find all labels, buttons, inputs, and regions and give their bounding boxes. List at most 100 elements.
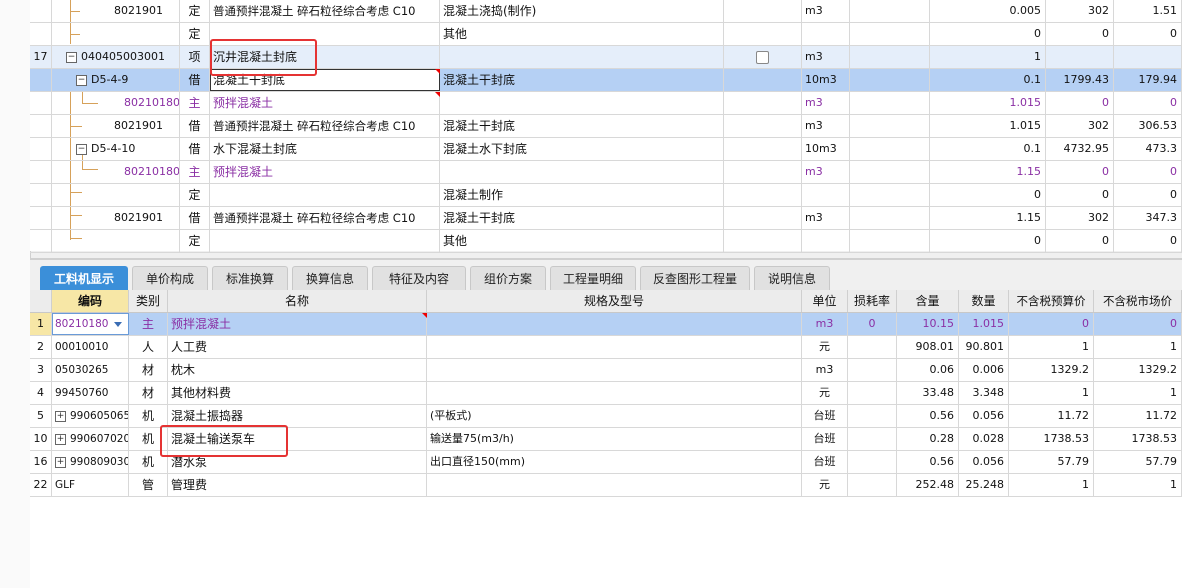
item-spec[interactable]: 其他 xyxy=(440,23,724,45)
expand-icon[interactable]: + xyxy=(55,433,66,445)
tab-features-content[interactable]: 特征及内容 xyxy=(372,266,466,290)
item-quantity[interactable]: 1.15 xyxy=(930,207,1046,229)
header-spec[interactable]: 规格及型号 xyxy=(427,290,802,312)
item-quantity[interactable]: 1.15 xyxy=(930,161,1046,183)
item-quantity[interactable]: 0 xyxy=(930,230,1046,252)
item-spec[interactable] xyxy=(440,46,724,68)
item-code[interactable] xyxy=(52,184,180,206)
table-row[interactable]: 22 GLF 管 管理费 元 252.48 25.248 1 1 xyxy=(30,474,1182,497)
resource-name[interactable]: 枕木 xyxy=(168,359,427,381)
resource-spec[interactable] xyxy=(427,474,802,496)
header-budget-price[interactable]: 不含税预算价 xyxy=(1009,290,1094,312)
item-name[interactable]: 预拌混凝土 xyxy=(210,161,440,183)
table-row[interactable]: 80210180 主 预拌混凝土 m3 1.15 0 0 xyxy=(30,161,1182,184)
resource-name[interactable]: 预拌混凝土 xyxy=(168,313,427,335)
item-code[interactable]: −040405003001 xyxy=(52,46,180,68)
loss-rate[interactable] xyxy=(848,359,897,381)
table-row[interactable]: 16 +990809030 机 潜水泵 出口直径150(mm) 台班 0.56 … xyxy=(30,451,1182,474)
resource-spec[interactable] xyxy=(427,313,802,335)
item-quantity[interactable]: 1.015 xyxy=(930,92,1046,114)
header-loss-rate[interactable]: 损耗率 xyxy=(848,290,897,312)
resource-spec[interactable]: (平板式) xyxy=(427,405,802,427)
table-row[interactable]: 80210180 主 预拌混凝土 m3 1.015 0 0 xyxy=(30,92,1182,115)
table-row[interactable]: 8021901 借 普通预拌混凝土 碎石粒径综合考虑 C10 混凝土干封底 m3… xyxy=(30,115,1182,138)
item-spec[interactable] xyxy=(440,92,724,114)
tab-unit-price-composition[interactable]: 单价构成 xyxy=(132,266,208,290)
resource-code[interactable]: 00010010 xyxy=(52,336,129,358)
item-code[interactable]: − D5-4-9 xyxy=(52,69,180,91)
tab-reverse-check-quantity[interactable]: 反查图形工程量 xyxy=(640,266,750,290)
tab-conversion-info[interactable]: 换算信息 xyxy=(292,266,368,290)
tab-quantity-details[interactable]: 工程量明细 xyxy=(550,266,636,290)
item-quantity[interactable]: 0.1 xyxy=(930,138,1046,160)
content[interactable]: 908.01 xyxy=(897,336,959,358)
item-name[interactable] xyxy=(210,184,440,206)
expand-icon[interactable]: + xyxy=(55,410,66,422)
tab-description-info[interactable]: 说明信息 xyxy=(754,266,830,290)
collapse-icon[interactable]: − xyxy=(76,74,87,86)
table-row[interactable]: 5 +990605065 机 混凝土振捣器 (平板式) 台班 0.56 0.05… xyxy=(30,405,1182,428)
table-row[interactable]: 17 −040405003001 项 沉井混凝土封底 m3 1 xyxy=(30,46,1182,69)
market-price[interactable]: 57.79 xyxy=(1094,451,1182,473)
resource-code[interactable]: +990809030 xyxy=(52,451,129,473)
item-code[interactable]: 80210180 xyxy=(52,92,180,114)
chevron-down-icon[interactable] xyxy=(114,321,123,327)
resource-name[interactable]: 其他材料费 xyxy=(168,382,427,404)
resource-spec[interactable]: 输送量75(m3/h) xyxy=(427,428,802,450)
item-code[interactable] xyxy=(52,230,180,252)
loss-rate[interactable] xyxy=(848,474,897,496)
table-row[interactable]: 8021901 定 普通预拌混凝土 碎石粒径综合考虑 C10 混凝土浇捣(制作)… xyxy=(30,0,1182,23)
resource-code[interactable]: 99450760 xyxy=(52,382,129,404)
table-row[interactable]: 定 其他 0 0 0 xyxy=(30,23,1182,46)
table-row[interactable]: 1 80210180 主 预拌混凝土 m3 0 10.15 1.015 0 0 xyxy=(30,313,1182,336)
header-content[interactable]: 含量 xyxy=(897,290,959,312)
loss-rate[interactable] xyxy=(848,336,897,358)
loss-rate[interactable] xyxy=(848,428,897,450)
content[interactable]: 0.56 xyxy=(897,451,959,473)
collapse-icon[interactable]: − xyxy=(76,143,87,155)
content[interactable]: 33.48 xyxy=(897,382,959,404)
item-code[interactable]: 80210180 xyxy=(52,161,180,183)
tab-standard-conversion[interactable]: 标准换算 xyxy=(212,266,288,290)
table-row[interactable]: − D5-4-9 借 混凝土干封底 混凝土干封底 10m3 0.1 1799.43… xyxy=(30,69,1182,92)
item-code[interactable]: 8021901 xyxy=(52,207,180,229)
resource-code[interactable]: +990605065 xyxy=(52,405,129,427)
item-code[interactable] xyxy=(52,23,180,45)
item-name[interactable] xyxy=(210,23,440,45)
table-row[interactable]: 定 混凝土制作 0 0 0 xyxy=(30,184,1182,207)
item-code[interactable]: 8021901 xyxy=(52,115,180,137)
item-quantity[interactable]: 0 xyxy=(930,23,1046,45)
item-spec[interactable] xyxy=(440,161,724,183)
resource-spec[interactable] xyxy=(427,359,802,381)
resource-spec[interactable]: 出口直径150(mm) xyxy=(427,451,802,473)
item-name[interactable]: 水下混凝土封底 xyxy=(210,138,440,160)
item-quantity[interactable]: 0.005 xyxy=(930,0,1046,22)
resource-name[interactable]: 潜水泵 xyxy=(168,451,427,473)
resource-name[interactable]: 管理费 xyxy=(168,474,427,496)
item-spec[interactable]: 混凝土浇捣(制作) xyxy=(440,0,724,22)
market-price[interactable]: 1738.53 xyxy=(1094,428,1182,450)
resource-code[interactable]: GLF xyxy=(52,474,129,496)
item-spec[interactable]: 混凝土水下封底 xyxy=(440,138,724,160)
item-spec[interactable]: 混凝土干封底 xyxy=(440,207,724,229)
item-spec[interactable]: 混凝土制作 xyxy=(440,184,724,206)
table-row[interactable]: 3 05030265 材 枕木 m3 0.06 0.006 1329.2 132… xyxy=(30,359,1182,382)
resource-code[interactable]: 05030265 xyxy=(52,359,129,381)
tab-pricing-scheme[interactable]: 组价方案 xyxy=(470,266,546,290)
item-name[interactable]: 普通预拌混凝土 碎石粒径综合考虑 C10 xyxy=(210,207,440,229)
table-row[interactable]: 8021901 借 普通预拌混凝土 碎石粒径综合考虑 C10 混凝土干封底 m3… xyxy=(30,207,1182,230)
loss-rate[interactable] xyxy=(848,451,897,473)
item-name[interactable]: 沉井混凝土封底 xyxy=(210,46,440,68)
table-row[interactable]: 10 +990607020 机 混凝土输送泵车 输送量75(m3/h) 台班 0… xyxy=(30,428,1182,451)
header-unit[interactable]: 单位 xyxy=(802,290,848,312)
content[interactable]: 0.28 xyxy=(897,428,959,450)
market-price[interactable]: 1329.2 xyxy=(1094,359,1182,381)
item-spec[interactable]: 混凝土干封底 xyxy=(440,69,724,91)
header-category[interactable]: 类别 xyxy=(129,290,168,312)
table-row[interactable]: − D5-4-10 借 水下混凝土封底 混凝土水下封底 10m3 0.1 4732… xyxy=(30,138,1182,161)
item-code[interactable]: − D5-4-10 xyxy=(52,138,180,160)
item-quantity[interactable]: 1.015 xyxy=(930,115,1046,137)
resource-name[interactable]: 混凝土输送泵车 xyxy=(168,428,427,450)
item-name[interactable] xyxy=(210,230,440,252)
item-spec[interactable]: 其他 xyxy=(440,230,724,252)
